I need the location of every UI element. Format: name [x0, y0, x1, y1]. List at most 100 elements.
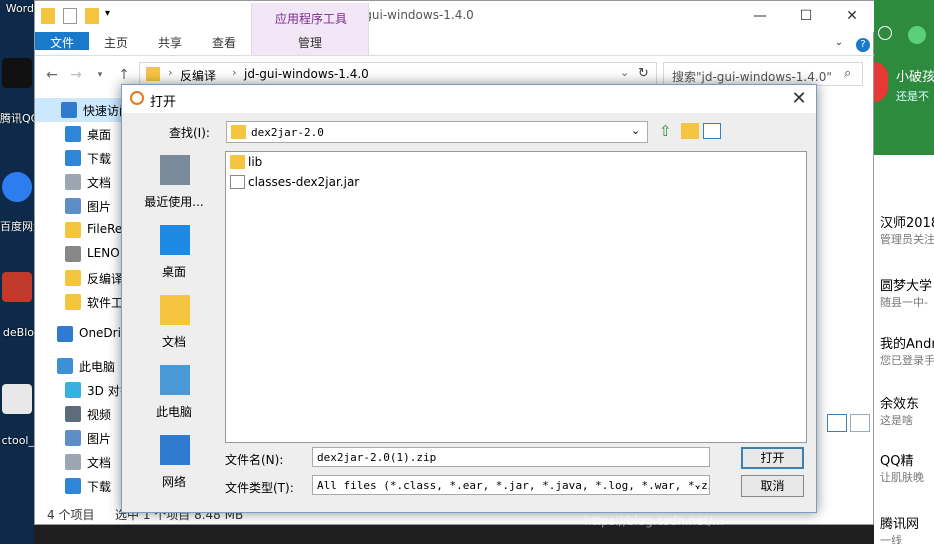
qq-icon[interactable]: [2, 58, 32, 88]
tab-manage[interactable]: 管理: [251, 32, 369, 56]
nav-item[interactable]: 下载: [35, 146, 123, 170]
address-bar[interactable]: › 反编译 › jd-gui-windows-1.4.0 ⌄ ↻: [139, 62, 657, 86]
large-icons-view-icon[interactable]: [850, 414, 870, 432]
refresh-icon[interactable]: ↻: [638, 66, 649, 81]
nav-item[interactable]: 反编译: [35, 266, 123, 290]
maximize-button[interactable]: ☐: [783, 1, 829, 31]
baidu-netdisk-icon[interactable]: [2, 172, 32, 202]
place-documents[interactable]: 文档: [132, 293, 216, 363]
desktop-item-ctool[interactable]: ctool_: [0, 434, 34, 447]
nav-item[interactable]: 软件工: [35, 290, 123, 314]
nav-item[interactable]: OneDri: [35, 322, 123, 346]
nav-item-label: 下载: [87, 480, 112, 494]
chevron-down-icon[interactable]: ⌄: [631, 124, 640, 137]
news-item[interactable]: 我的Andr 您已登录手: [880, 333, 934, 368]
dialog-title: 打开: [150, 95, 177, 110]
breadcrumb-item[interactable]: 反编译: [180, 67, 216, 84]
ribbon-expand-icon[interactable]: ⌄: [831, 32, 847, 56]
search-icon[interactable]: ⌕: [844, 66, 851, 81]
recent-locations-icon[interactable]: ▾: [91, 66, 109, 84]
nav-item-label: 图片: [87, 200, 112, 214]
help-icon[interactable]: ?: [855, 32, 871, 56]
nav-item-label: 视频: [87, 408, 112, 422]
tab-file[interactable]: 文件: [35, 32, 89, 50]
nav-item-label: 桌面: [87, 128, 112, 142]
chevron-down-icon[interactable]: ⌄: [693, 478, 702, 491]
file-icon[interactable]: [2, 384, 32, 414]
up-folder-icon[interactable]: ⇧: [659, 123, 677, 139]
red-badge-icon: [874, 62, 888, 102]
dialog-close-button[interactable]: ✕: [786, 87, 812, 111]
nav-item[interactable]: 文档: [35, 170, 123, 194]
chevron-down-icon[interactable]: ▾: [105, 8, 115, 24]
pictures-icon: [65, 198, 81, 214]
nav-item[interactable]: 视频: [35, 402, 123, 426]
new-folder-icon[interactable]: [85, 8, 99, 24]
news-item[interactable]: 汉师2018 管理员关注: [880, 212, 934, 247]
nav-item[interactable]: 3D 对象: [35, 378, 123, 402]
open-button[interactable]: 打开: [741, 447, 804, 469]
news-item[interactable]: QQ精 让肌肤晚: [880, 450, 934, 485]
tab-home[interactable]: 主页: [91, 32, 141, 56]
new-folder-icon[interactable]: [681, 123, 699, 139]
details-view-icon[interactable]: [827, 414, 847, 432]
nav-item[interactable]: 图片: [35, 426, 123, 450]
nav-item-label: OneDri: [79, 326, 121, 340]
up-arrow-icon[interactable]: ↑: [115, 66, 133, 84]
nav-item-label: LENO: [87, 246, 120, 260]
news-item[interactable]: 腾讯网 一线: [880, 513, 934, 544]
file-list[interactable]: lib classes-dex2jar.jar: [225, 151, 807, 443]
place-desktop[interactable]: 桌面: [132, 223, 216, 293]
desktop-item-baidu[interactable]: 百度网盘: [0, 218, 34, 234]
settings-icon[interactable]: [878, 26, 892, 40]
minimize-button[interactable]: —: [737, 1, 783, 31]
nav-item[interactable]: 文档: [35, 450, 123, 474]
news-title: 余效东: [880, 397, 920, 412]
computer-icon: [160, 365, 190, 395]
tab-share[interactable]: 共享: [145, 32, 195, 56]
nav-item-label: FileRe: [87, 222, 123, 236]
desktop-item-codeblocks[interactable]: deBlo: [0, 326, 34, 339]
desktop-item-word[interactable]: Word: [0, 2, 34, 15]
nav-item-label: 快速访问: [83, 104, 123, 118]
place-computer[interactable]: 此电脑: [132, 363, 216, 433]
place-recent[interactable]: 最近使用...: [132, 153, 216, 223]
nav-item[interactable]: FileRe: [35, 218, 123, 242]
folder-icon: [65, 270, 81, 286]
filename-field[interactable]: dex2jar-2.0(1).zip: [312, 447, 710, 467]
news-subtitle: 这是啥: [880, 414, 913, 427]
properties-icon[interactable]: [63, 8, 77, 24]
view-menu-icon[interactable]: [703, 123, 721, 139]
breadcrumb-item[interactable]: jd-gui-windows-1.4.0: [244, 67, 369, 81]
avatar[interactable]: [908, 26, 926, 44]
news-subtitle: 随县一中-: [880, 296, 928, 309]
nav-item[interactable]: 下载: [35, 474, 123, 498]
search-box[interactable]: 搜索"jd-gui-windows-1.4.0" ⌕: [663, 62, 863, 86]
nav-item[interactable]: 图片: [35, 194, 123, 218]
codeblocks-icon[interactable]: [2, 272, 32, 302]
desktop-item-label: Word: [5, 2, 34, 15]
nav-item[interactable]: LENO: [35, 242, 123, 266]
place-network[interactable]: 网络: [132, 433, 216, 503]
back-arrow-icon[interactable]: ←: [43, 66, 61, 84]
news-title: 圆梦大学: [880, 279, 933, 294]
lookin-select[interactable]: dex2jar-2.0 ⌄: [226, 121, 648, 143]
place-label: 最近使用...: [144, 195, 204, 209]
nav-item[interactable]: 桌面: [35, 122, 123, 146]
news-item[interactable]: 余效东 这是啥: [880, 393, 934, 428]
cancel-button[interactable]: 取消: [741, 475, 804, 497]
desktop-item-qq[interactable]: 腾讯QQ: [0, 110, 34, 126]
news-panel: 小破孩 还是不 汉师2018 管理员关注 圆梦大学 随县一中- 我的Andr 您已登录手余…: [874, 0, 934, 544]
news-item[interactable]: 圆梦大学随县一中-: [880, 275, 934, 310]
close-button[interactable]: ✕: [829, 1, 875, 31]
nav-item[interactable]: 快速访问: [35, 98, 123, 122]
filetype-select[interactable]: All files (*.class, *.ear, *.jar, *.java…: [312, 475, 710, 495]
forward-arrow-icon[interactable]: →: [67, 66, 85, 84]
nav-item[interactable]: 此电脑: [35, 354, 123, 378]
desktop-icon: [160, 225, 190, 255]
tab-view[interactable]: 查看: [199, 32, 249, 56]
chevron-down-icon[interactable]: ⌄: [620, 66, 629, 79]
news-title: 腾讯网: [880, 517, 920, 532]
context-tab-title: 应用程序工具: [274, 12, 347, 26]
nav-item-label: 反编译: [87, 272, 123, 286]
